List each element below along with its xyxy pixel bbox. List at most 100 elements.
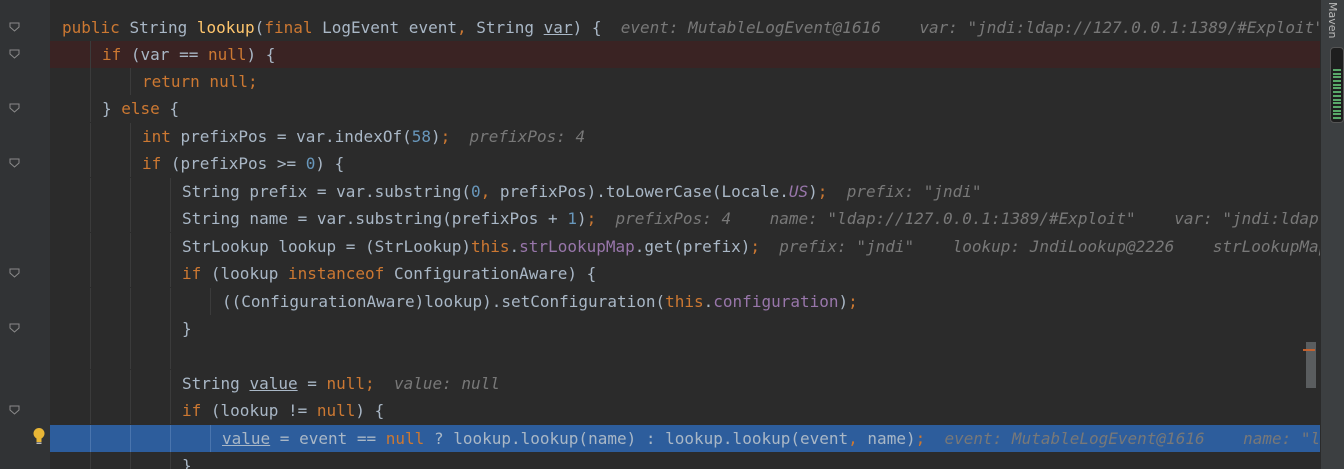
- code-token[interactable]: ) {: [355, 401, 384, 420]
- code-token[interactable]: if: [142, 154, 171, 173]
- line-if-lookup-not-null[interactable]: if (lookup != null) {: [50, 397, 1320, 424]
- code-token[interactable]: ) {: [315, 154, 344, 173]
- code-token[interactable]: ): [577, 209, 587, 228]
- code-editor[interactable]: public String lookup(final LogEvent even…: [50, 0, 1320, 469]
- code-token[interactable]: strLookupMap: [519, 237, 635, 256]
- line-prefixpos[interactable]: int prefixPos = var.indexOf(58); prefixP…: [50, 123, 1320, 150]
- code-text[interactable]: if (lookup instanceof ConfigurationAware…: [182, 260, 596, 287]
- code-token[interactable]: null: [386, 429, 434, 448]
- code-token[interactable]: }: [182, 319, 192, 338]
- code-token[interactable]: if: [102, 45, 131, 64]
- code-token[interactable]: {: [169, 99, 179, 118]
- code-text[interactable]: public String lookup(final LogEvent even…: [62, 14, 1320, 41]
- fold-marker-icon[interactable]: [9, 103, 20, 113]
- line-return-null[interactable]: return null;: [50, 68, 1320, 95]
- line-close-brace[interactable]: }: [50, 315, 1320, 342]
- code-token[interactable]: (lookup !=: [211, 401, 317, 420]
- code-token[interactable]: StrLookup lookup = (StrLookup): [182, 237, 471, 256]
- code-text[interactable]: }: [182, 452, 192, 469]
- code-token[interactable]: ): [839, 292, 849, 311]
- code-token[interactable]: ;: [750, 237, 779, 256]
- fold-marker-icon[interactable]: [9, 268, 20, 278]
- code-token[interactable]: }: [182, 456, 192, 469]
- code-token[interactable]: else: [121, 99, 169, 118]
- maven-tab-label[interactable]: Maven: [1326, 2, 1339, 38]
- code-text[interactable]: StrLookup lookup = (StrLookup)this.strLo…: [182, 233, 1320, 260]
- code-token[interactable]: public: [62, 18, 129, 37]
- code-token[interactable]: null: [327, 374, 366, 393]
- fold-marker-icon[interactable]: [9, 323, 20, 333]
- code-token[interactable]: ): [808, 182, 818, 201]
- fold-marker-icon[interactable]: [9, 158, 20, 168]
- code-text[interactable]: value = event == null ? lookup.lookup(na…: [222, 425, 1320, 452]
- code-token[interactable]: int: [142, 127, 181, 146]
- code-token[interactable]: ;: [587, 209, 616, 228]
- code-token[interactable]: ,: [481, 182, 500, 201]
- code-token[interactable]: (var ==: [131, 45, 208, 64]
- code-token[interactable]: String: [182, 374, 249, 393]
- code-text[interactable]: String name = var.substring(prefixPos + …: [182, 205, 1320, 232]
- code-text[interactable]: if (prefixPos >= 0) {: [142, 150, 344, 177]
- code-token[interactable]: null: [317, 401, 356, 420]
- line-name[interactable]: String name = var.substring(prefixPos + …: [50, 205, 1320, 232]
- lightbulb-icon[interactable]: [32, 427, 46, 445]
- line-if-prefixpos[interactable]: if (prefixPos >= 0) {: [50, 150, 1320, 177]
- line-if-instanceof[interactable]: if (lookup instanceof ConfigurationAware…: [50, 260, 1320, 287]
- code-token[interactable]: ;: [441, 127, 470, 146]
- line-if-null[interactable]: if (var == null) {: [50, 41, 1320, 68]
- code-token[interactable]: ? lookup.lookup(name) : lookup.lookup(ev…: [434, 429, 848, 448]
- scrollbar-error-marker[interactable]: [1303, 349, 1315, 351]
- code-token[interactable]: String prefix = var.substring(: [182, 182, 471, 201]
- code-token[interactable]: (: [255, 18, 265, 37]
- code-token[interactable]: ;: [916, 429, 945, 448]
- code-token[interactable]: (lookup: [211, 264, 288, 283]
- code-token[interactable]: ConfigurationAware) {: [394, 264, 596, 283]
- code-token[interactable]: ;: [848, 292, 858, 311]
- code-token[interactable]: }: [102, 99, 121, 118]
- code-token[interactable]: ,: [848, 429, 867, 448]
- code-token[interactable]: this: [665, 292, 704, 311]
- code-token[interactable]: if: [182, 401, 211, 420]
- code-text[interactable]: int prefixPos = var.indexOf(58); prefixP…: [142, 123, 585, 150]
- code-token[interactable]: final: [264, 18, 322, 37]
- code-token[interactable]: LogEvent event: [322, 18, 457, 37]
- code-token[interactable]: 1: [567, 209, 577, 228]
- code-token[interactable]: return null;: [142, 72, 258, 91]
- code-token[interactable]: ;: [365, 374, 394, 393]
- code-text[interactable]: String value = null; value: null: [182, 370, 500, 397]
- code-token[interactable]: US: [789, 182, 808, 201]
- code-text[interactable]: return null;: [142, 68, 258, 95]
- code-token[interactable]: ) {: [247, 45, 276, 64]
- line-value-null[interactable]: String value = null; value: null: [50, 370, 1320, 397]
- code-token[interactable]: configuration: [713, 292, 838, 311]
- code-text[interactable]: String prefix = var.substring(0, prefixP…: [182, 178, 982, 205]
- code-token[interactable]: .: [510, 237, 520, 256]
- code-token[interactable]: ,: [457, 18, 476, 37]
- code-token[interactable]: prefixPos = var.indexOf(: [181, 127, 412, 146]
- code-text[interactable]: if (var == null) {: [102, 41, 275, 68]
- line-method-signature[interactable]: public String lookup(final LogEvent even…: [50, 14, 1320, 41]
- fold-marker-icon[interactable]: [9, 405, 20, 415]
- code-token[interactable]: ) {: [573, 18, 621, 37]
- code-token[interactable]: ): [431, 127, 441, 146]
- code-token[interactable]: name): [867, 429, 915, 448]
- code-token[interactable]: 0: [306, 154, 316, 173]
- code-token[interactable]: =: [298, 374, 327, 393]
- code-token[interactable]: String name = var.substring(prefixPos +: [182, 209, 567, 228]
- code-text[interactable]: ((ConfigurationAware)lookup).setConfigur…: [222, 288, 858, 315]
- code-token[interactable]: null: [208, 45, 247, 64]
- code-token[interactable]: instanceof: [288, 264, 394, 283]
- code-token[interactable]: = event ==: [270, 429, 386, 448]
- code-token[interactable]: .: [704, 292, 714, 311]
- code-token[interactable]: ;: [818, 182, 847, 201]
- code-text[interactable]: if (lookup != null) {: [182, 397, 384, 424]
- line-value-assign[interactable]: value = event == null ? lookup.lookup(na…: [50, 425, 1320, 452]
- code-token[interactable]: value: [222, 429, 270, 448]
- code-token[interactable]: .get(prefix): [635, 237, 751, 256]
- code-token[interactable]: value: [249, 374, 297, 393]
- line-closing[interactable]: }: [50, 452, 1320, 469]
- line-prefix[interactable]: String prefix = var.substring(0, prefixP…: [50, 178, 1320, 205]
- code-token[interactable]: ((ConfigurationAware)lookup).setConfigur…: [222, 292, 665, 311]
- code-token[interactable]: this: [471, 237, 510, 256]
- code-token[interactable]: 0: [471, 182, 481, 201]
